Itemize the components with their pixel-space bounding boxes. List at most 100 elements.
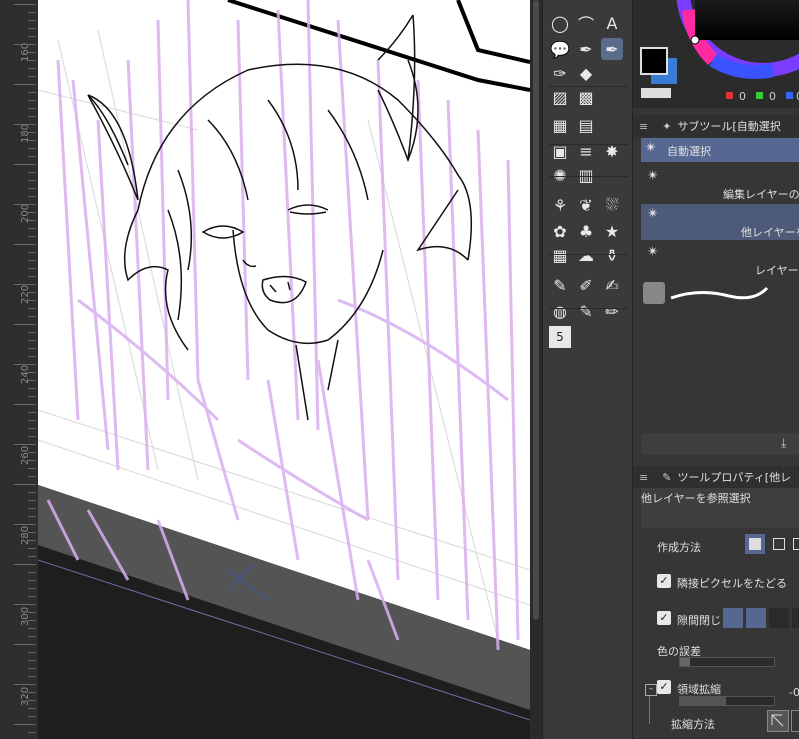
pen-icon[interactable]: ✒: [575, 38, 597, 60]
ruler-tick: [28, 636, 36, 637]
ruler-tick: [28, 356, 36, 357]
letter-s-icon[interactable]: 5: [549, 326, 571, 348]
creation-new-button[interactable]: [745, 534, 765, 554]
subtool-item-brush-stroke[interactable]: [641, 280, 799, 310]
area-expand-slider[interactable]: [679, 696, 775, 706]
expand-square-button[interactable]: [767, 710, 789, 732]
ruler-tick: [28, 300, 36, 301]
ruler-tick: [14, 604, 36, 605]
adjacent-pixels-label: 隣接ピクセルをたどる: [677, 577, 787, 590]
ruler-tick: [28, 652, 36, 653]
rain-icon[interactable]: ⛆: [601, 194, 623, 216]
nib-icon[interactable]: ✑: [549, 62, 571, 84]
fill-brush-icon[interactable]: ✎: [575, 300, 597, 322]
curve-icon[interactable]: ⌒: [575, 12, 597, 34]
speech-balloon-icon[interactable]: 💬: [549, 38, 571, 60]
ruler-tick: [28, 580, 36, 581]
grass-icon[interactable]: ⚘: [549, 194, 571, 216]
menu-icon[interactable]: ≡: [639, 471, 648, 484]
subtool-footer: ⤓: [641, 433, 799, 455]
screentone-icon[interactable]: ▩: [575, 86, 597, 108]
gap-level-2-button[interactable]: [746, 608, 766, 628]
ruler-tick: [28, 540, 36, 541]
subtool-item-auto-select[interactable]: ✴ 自動選択: [641, 138, 799, 162]
subtool-item-label: 他レイヤーを: [741, 226, 799, 239]
ruler-tick: [28, 348, 36, 349]
pen-selected-icon[interactable]: ✒: [601, 38, 623, 60]
gap-close-label: 隙間閉じ: [677, 614, 721, 627]
gap-level-1-button[interactable]: [723, 608, 743, 628]
hatch2-icon[interactable]: ▤: [575, 114, 597, 136]
ruler-tick: [14, 364, 36, 365]
stamp-icon[interactable]: ▨: [549, 86, 571, 108]
ruler-tick: [28, 28, 36, 29]
ruler-tick: [14, 4, 36, 5]
canvas-drawing: [38, 0, 530, 739]
texture-icon[interactable]: ▦: [549, 244, 571, 266]
ruler-tick: [28, 692, 36, 693]
color-wheel[interactable]: 0 0 0: [633, 0, 799, 108]
toolprop-panel-header[interactable]: ≡ ✎ ツールプロパティ[他レ: [633, 466, 799, 488]
expand-round-button[interactable]: [791, 710, 799, 732]
ruler-tick: [28, 308, 36, 309]
gap-level-3-button[interactable]: [769, 608, 789, 628]
gap-level-4-button[interactable]: [792, 608, 799, 628]
star-icon[interactable]: ★: [601, 220, 623, 242]
ruler-tick: [28, 260, 36, 261]
color-tolerance-slider[interactable]: [679, 657, 775, 667]
subtool-item-edit-layer-only[interactable]: ✴ 編集レイヤーのみ: [641, 166, 799, 201]
ruler-tick: [28, 420, 36, 421]
bottle-icon[interactable]: ⚱: [601, 244, 623, 266]
subtool-item-layer[interactable]: ✴ レイヤー: [641, 242, 799, 278]
menu-icon[interactable]: ≡: [639, 120, 648, 133]
vector-pen-icon[interactable]: ✎: [549, 274, 571, 296]
fill-diamond-icon[interactable]: ◆: [575, 62, 597, 84]
text-icon[interactable]: A: [601, 12, 623, 34]
ruler-tick: [28, 428, 36, 429]
collapse-toggle-icon[interactable]: –: [645, 684, 657, 696]
toolbox-separator: [549, 308, 629, 309]
toolprop-panel-title: ツールプロパティ[他レ: [677, 471, 792, 484]
toolbox-separator: [549, 86, 629, 87]
brush-preview-icon: [643, 282, 665, 304]
ruler-tick: [14, 404, 36, 405]
tool-palette: ◯ ⌒ A 💬 ✒ ✒ ✑ ◆ ▨ ▩ ▦ ▤ ▣ ≡ ✸ ✺ ▥ ⚘ ❦ ⛆ ✿ ♣ ★ ▦ ☁ ⚱ ✎ ✐ ✍ ◍ ✎ ✏ 5: [542, 0, 633, 739]
stroke-preview: [670, 286, 769, 300]
canvas-area[interactable]: [38, 0, 530, 739]
ruler-tick: [28, 436, 36, 437]
brush-icon[interactable]: ✐: [575, 274, 597, 296]
ellipse-icon[interactable]: ◯: [549, 12, 571, 34]
tree-connector: [649, 696, 650, 724]
ruler-tick: [28, 116, 36, 117]
wand-icon: ✴: [645, 140, 657, 156]
highlight-icon[interactable]: ▥: [575, 164, 597, 186]
radial-line-icon[interactable]: ✺: [549, 164, 571, 186]
bucket-icon[interactable]: ◍: [549, 300, 571, 322]
hatch-icon[interactable]: ▦: [549, 114, 571, 136]
gap-close-checkbox[interactable]: ✓: [657, 611, 671, 625]
flower-icon[interactable]: ✿: [549, 220, 571, 242]
canvas-scroll-thumb[interactable]: [533, 0, 539, 620]
creation-subtract-button[interactable]: [791, 534, 799, 554]
ruler-tick: [28, 212, 36, 213]
ruler-tick: [28, 132, 36, 133]
eraser-icon[interactable]: ✏: [601, 300, 623, 322]
tree-icon[interactable]: ♣: [575, 220, 597, 242]
ruler-tick: [28, 228, 36, 229]
subtool-item-other-layer[interactable]: ✴ 他レイヤーを: [641, 204, 799, 240]
pencil-stamp-icon[interactable]: ✍: [601, 274, 623, 296]
ruler-tick: [28, 196, 36, 197]
sky-icon[interactable]: ☁: [575, 244, 597, 266]
download-icon[interactable]: ⤓: [781, 436, 786, 451]
ruler-tick: [28, 148, 36, 149]
creation-add-button[interactable]: [769, 534, 789, 554]
subtool-item-label: 編集レイヤーのみ: [723, 188, 799, 201]
leaf-icon[interactable]: ❦: [575, 194, 597, 216]
ruler-tick: [28, 60, 36, 61]
subtool-panel-header[interactable]: ≡ ✦ サブツール[自動選択: [633, 115, 799, 137]
adjacent-pixels-checkbox[interactable]: ✓: [657, 574, 671, 588]
ruler-tick: [14, 484, 36, 485]
ruler-tick: [14, 564, 36, 565]
area-expand-checkbox[interactable]: ✓: [657, 680, 671, 694]
ruler-tick: [14, 284, 36, 285]
